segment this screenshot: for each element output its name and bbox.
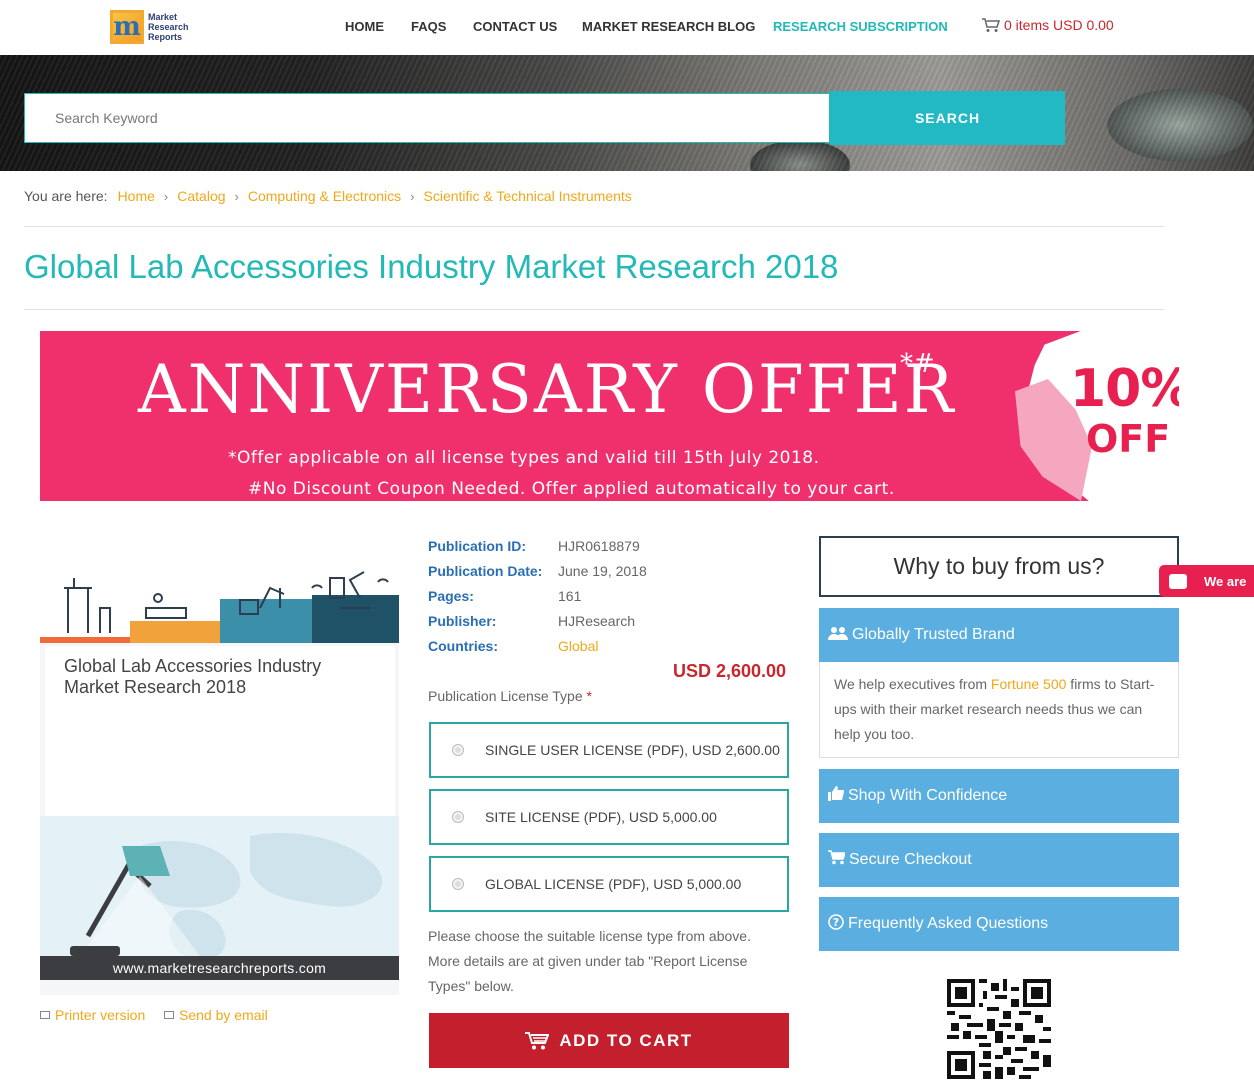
countries-label: Countries:: [428, 638, 498, 654]
faq-button[interactable]: ? Frequently Asked Questions: [819, 897, 1179, 951]
publication-id-value: HJR0618879: [558, 538, 640, 554]
search-button[interactable]: SEARCH: [830, 91, 1065, 145]
divider: [24, 226, 1164, 227]
license-option-label: GLOBAL LICENSE (PDF), USD 5,000.00: [485, 876, 742, 892]
send-by-email-label: Send by email: [179, 1007, 268, 1023]
why-buy-heading: Why to buy from us?: [819, 536, 1179, 597]
printer-icon: [40, 1011, 50, 1019]
add-to-cart-button[interactable]: ADD TO CART: [429, 1013, 789, 1068]
add-to-cart-label: ADD TO CART: [559, 1030, 693, 1050]
license-option-site[interactable]: SITE LICENSE (PDF), USD 5,000.00: [429, 789, 789, 845]
live-chat-tab[interactable]: We are: [1159, 565, 1254, 597]
report-cover-image: Global Lab Accessories Industry Market R…: [40, 538, 399, 995]
publication-date-label: Publication Date:: [428, 563, 543, 579]
shopping-cart-icon: [828, 850, 847, 870]
globally-trusted-brand-label: Globally Trusted Brand: [852, 626, 1015, 643]
chat-bubble-icon: [1169, 573, 1187, 589]
fortune-500-highlight: Fortune 500: [990, 676, 1067, 692]
nav-contact-us[interactable]: CONTACT US: [473, 19, 557, 34]
required-mark: *: [586, 688, 592, 704]
logo-line: Market: [148, 12, 178, 22]
shopping-cart-icon: [982, 17, 1001, 33]
shop-with-confidence-button[interactable]: Shop With Confidence: [819, 769, 1179, 823]
banner-discount-percent: 10%: [1070, 359, 1179, 419]
shop-with-confidence-label: Shop With Confidence: [848, 787, 1008, 804]
logo-line: Reports: [148, 32, 183, 42]
site-header: m Market Research Reports HOME FAQS CONT…: [0, 0, 1254, 55]
qr-code-icon: [947, 979, 1051, 1079]
nav-market-research-blog[interactable]: MARKET RESEARCH BLOG: [582, 19, 755, 34]
cover-title: Global Lab Accessories Industry Market R…: [64, 656, 322, 697]
license-type-text: Publication License Type: [428, 688, 583, 704]
chevron-right-icon: ›: [234, 188, 239, 204]
license-option-global[interactable]: GLOBAL LICENSE (PDF), USD 5,000.00: [429, 856, 789, 912]
printer-version-link[interactable]: Printer version: [40, 1007, 145, 1023]
license-help-text: Please choose the suitable license type …: [428, 928, 751, 994]
faq-label: Frequently Asked Questions: [848, 915, 1049, 932]
factory-machines-icon: [64, 571, 389, 633]
header-cart[interactable]: 0 items USD 0.00: [982, 17, 1114, 33]
live-chat-label: We are: [1204, 573, 1247, 589]
publisher-value: HJResearch: [558, 613, 636, 629]
nav-research-subscription[interactable]: RESEARCH SUBSCRIPTION: [773, 19, 948, 34]
world-map-graphic: [40, 816, 399, 971]
banner-coupon-note: #No Discount Coupon Needed. Offer applie…: [248, 479, 895, 499]
breadcrumb-prefix: You are here:: [24, 188, 108, 204]
publication-date-value: June 19, 2018: [558, 563, 647, 579]
breadcrumb-scientific-instruments[interactable]: Scientific & Technical Instruments: [424, 188, 632, 204]
publisher-label: Publisher:: [428, 613, 497, 629]
report-price: USD 2,600.00: [673, 661, 787, 681]
cart-icon: [525, 1031, 550, 1050]
publication-id-label: Publication ID:: [428, 538, 526, 554]
license-option-label: SINGLE USER LICENSE (PDF), USD 2,600.00: [485, 742, 780, 758]
banner-discount-off: OFF: [1086, 417, 1171, 461]
globally-trusted-brand-text: We help executives from Fortune 500 firm…: [819, 662, 1179, 758]
anniversary-offer-banner[interactable]: ANNIVERSARY OFFER *# *Offer applicable o…: [40, 331, 1179, 501]
banner-marks: *#: [900, 349, 935, 379]
email-icon: [164, 1011, 174, 1019]
countries-value-link[interactable]: Global: [558, 638, 598, 654]
logo-text: Market Research Reports: [148, 12, 189, 42]
radio-button[interactable]: [452, 811, 464, 823]
pages-label: Pages:: [428, 588, 474, 604]
logo-line: Research: [148, 22, 189, 32]
license-option-single-user[interactable]: SINGLE USER LICENSE (PDF), USD 2,600.00: [429, 722, 789, 778]
chevron-right-icon: ›: [410, 188, 415, 204]
question-circle-icon: ?: [828, 913, 844, 935]
desk-lamp-icon: [70, 833, 383, 960]
license-type-label: Publication License Type *: [428, 688, 592, 704]
divider: [24, 309, 1164, 310]
breadcrumb-computing-electronics[interactable]: Computing & Electronics: [248, 188, 401, 204]
secure-checkout-label: Secure Checkout: [849, 851, 972, 868]
breadcrumb: You are here: Home › Catalog › Computing…: [24, 188, 632, 204]
page-title: Global Lab Accessories Industry Market R…: [24, 248, 839, 285]
breadcrumb-catalog[interactable]: Catalog: [177, 188, 225, 204]
hero-search-banner: SEARCH: [0, 55, 1254, 171]
chevron-right-icon: ›: [163, 188, 169, 204]
nav-faqs[interactable]: FAQS: [411, 19, 446, 34]
radio-button[interactable]: [452, 744, 464, 756]
trusted-body-text: We help executives from: [834, 676, 991, 692]
banner-title: ANNIVERSARY OFFER: [138, 351, 956, 428]
users-icon: [828, 626, 848, 645]
svg-text:?: ?: [833, 916, 839, 929]
industry-illustration: [40, 538, 399, 643]
cart-summary: 0 items USD 0.00: [1004, 17, 1114, 33]
site-logo[interactable]: m Market Research Reports: [110, 8, 192, 46]
breadcrumb-home[interactable]: Home: [118, 188, 155, 204]
send-by-email-link[interactable]: Send by email: [164, 1007, 268, 1023]
secure-checkout-button[interactable]: Secure Checkout: [819, 833, 1179, 887]
printer-version-label: Printer version: [55, 1007, 146, 1023]
cover-website: www.marketresearchreports.com: [40, 956, 399, 980]
logo-mark-icon: m: [110, 10, 144, 44]
globally-trusted-brand-header[interactable]: Globally Trusted Brand: [819, 608, 1179, 662]
pages-value: 161: [558, 588, 582, 604]
license-option-label: SITE LICENSE (PDF), USD 5,000.00: [485, 809, 717, 825]
nav-home[interactable]: HOME: [345, 19, 384, 34]
radio-button[interactable]: [452, 878, 464, 890]
banner-offer-note: *Offer applicable on all license types a…: [228, 448, 820, 468]
search-input[interactable]: [24, 93, 830, 143]
thumbs-up-icon: [828, 786, 845, 806]
